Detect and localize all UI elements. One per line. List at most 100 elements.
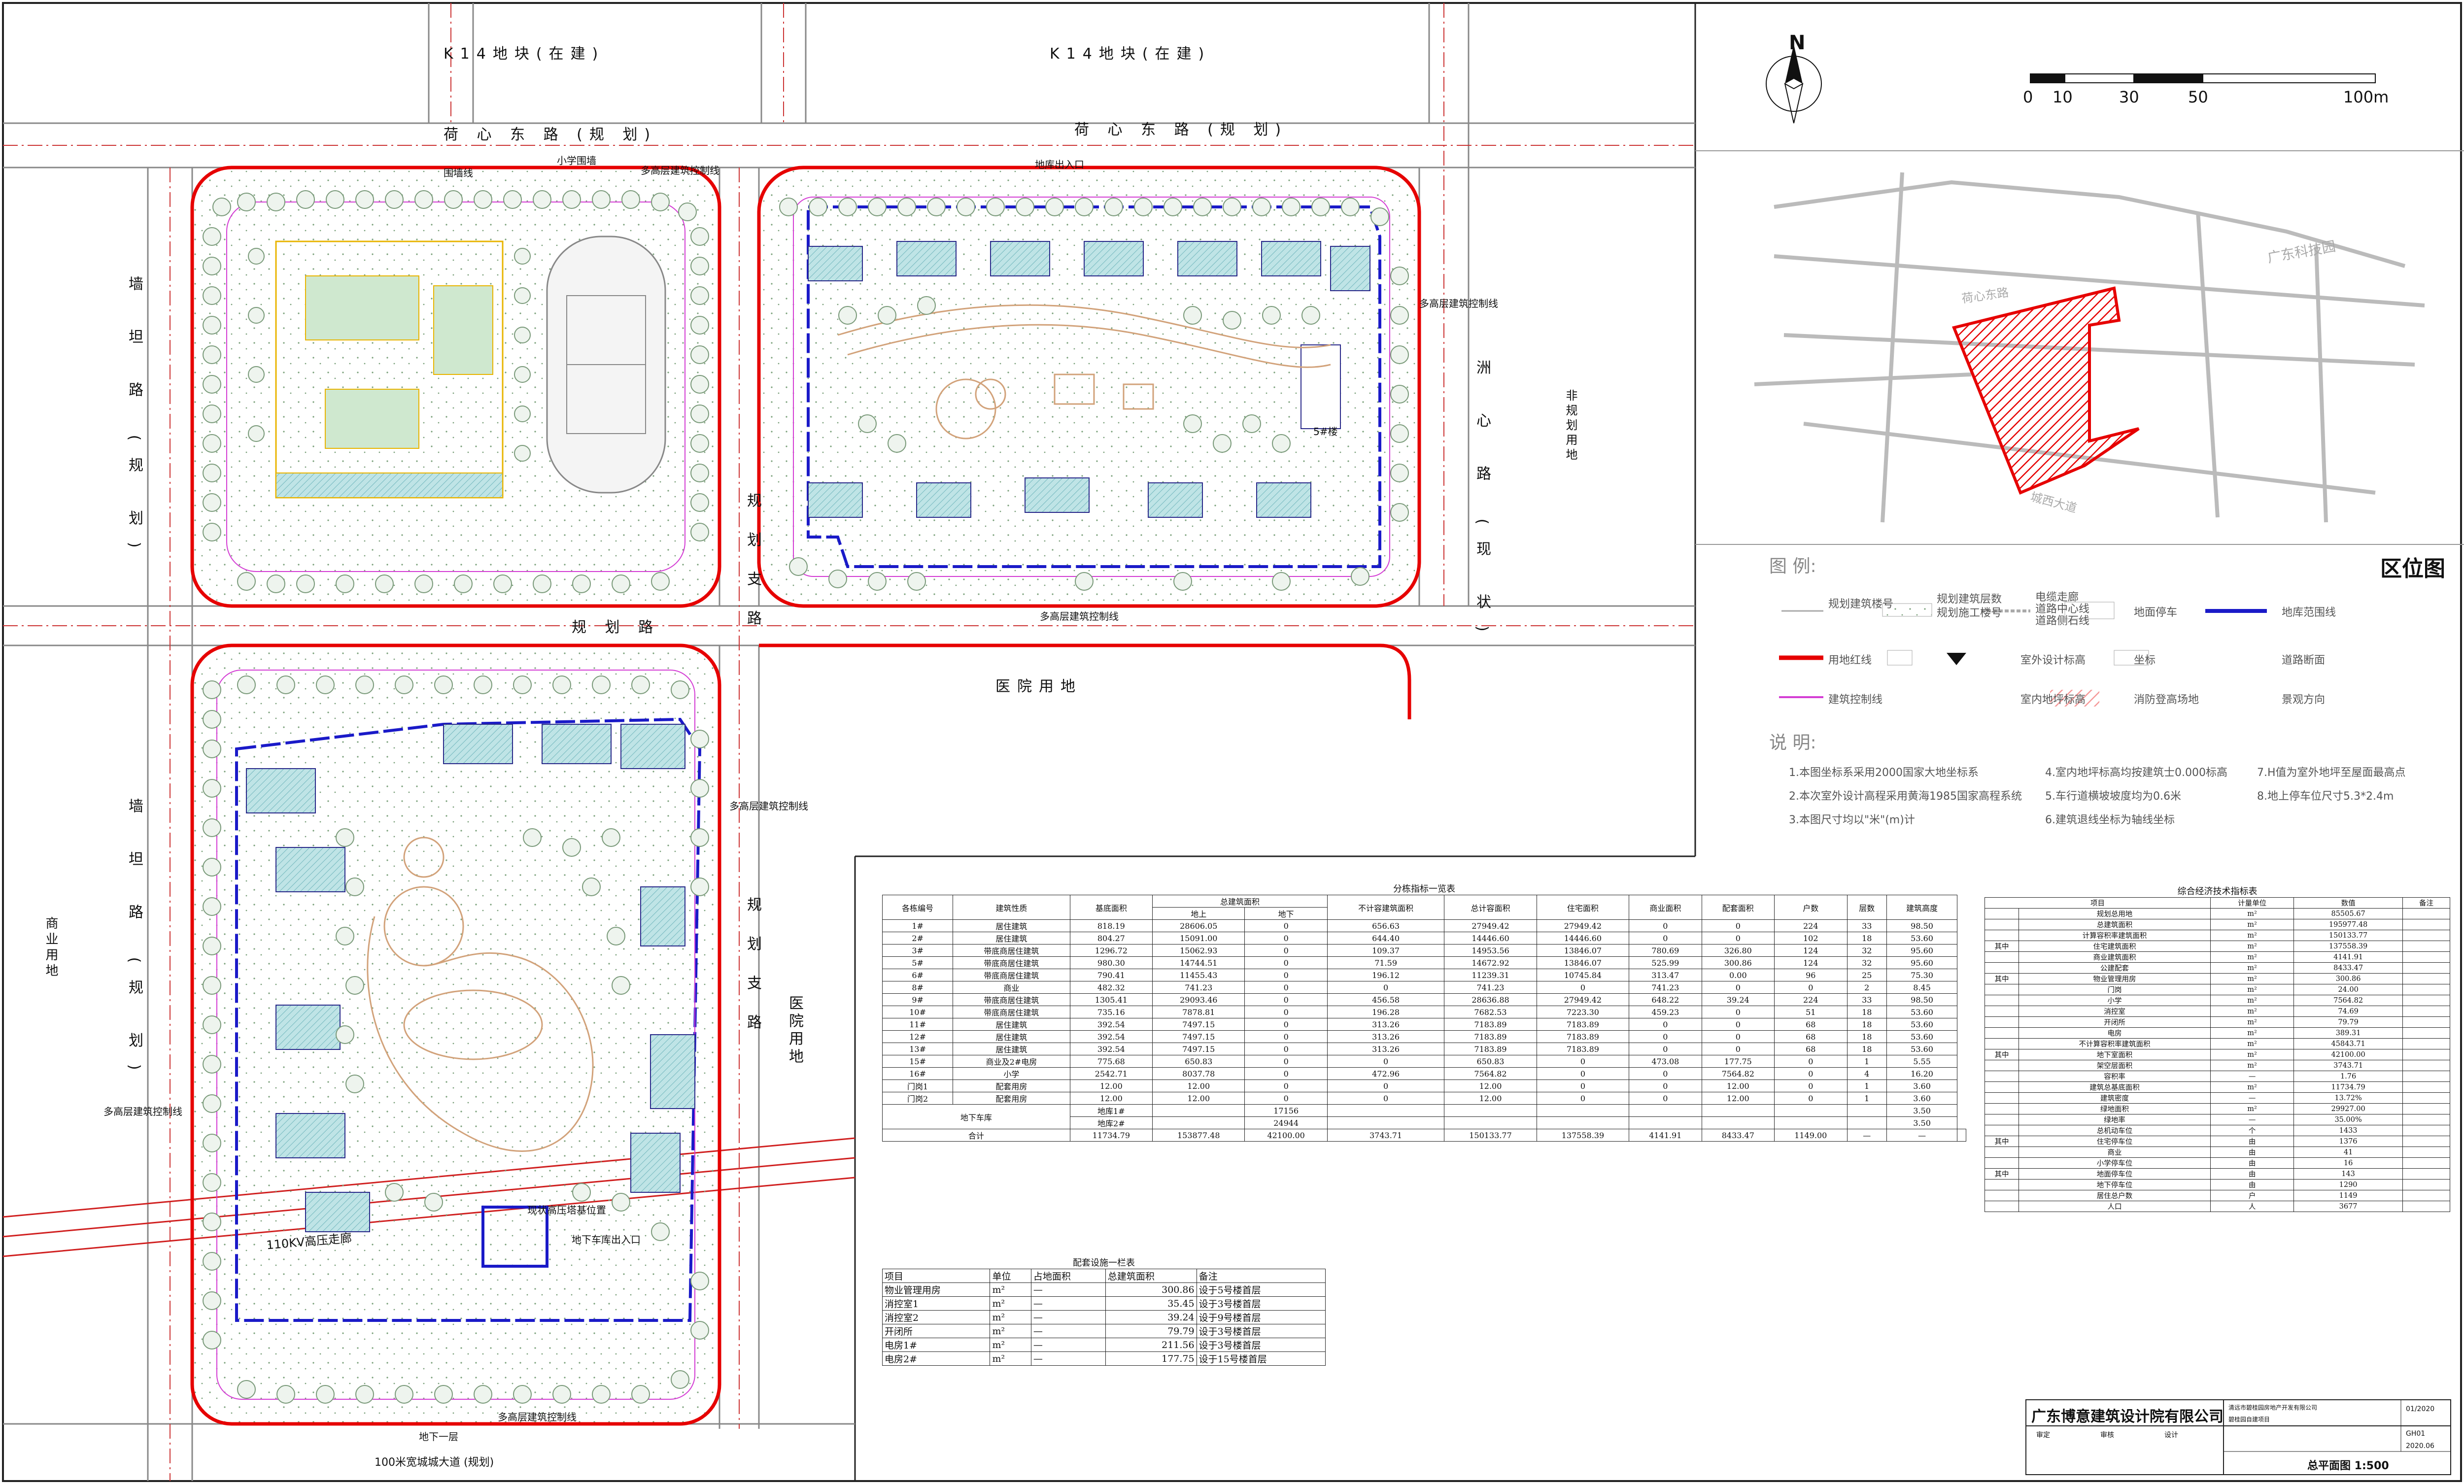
table-row: 9# 带底商居住建筑 1305.41 29093.46 0 456.58 28636.88 2… [882,993,1966,1006]
table-cell: 12.00 [1701,1092,1775,1105]
table-header: 占地面积 [1030,1269,1106,1283]
table-cell: 650.83 [1444,1055,1537,1068]
table-cell [2402,1060,2451,1071]
north-letter: N [1789,32,1806,54]
table-cell: 224 [1774,919,1848,932]
table-cell: 12.00 [1069,1079,1153,1092]
table-cell: 13846.07 [1536,956,1630,969]
table-cell: 0 [1327,981,1445,994]
table-cell: 0 [1244,981,1328,994]
table-cell [1629,1104,1702,1117]
label-road-mid-v: 规 划 支 路 [744,493,761,635]
table-cell: 41 [2293,1147,2403,1158]
table-row: 电房 m² 389.31 [1985,1027,2451,1039]
legend-item: 地面停车 [2134,607,2178,619]
table-cell: 392.54 [1069,1043,1153,1055]
table-cell: 5# [882,956,954,969]
table-row: 11# 居住建筑 392.54 7497.15 0 313.26 7183.89 7183.8… [882,1018,1966,1031]
table-cell: 总建筑面积 [2019,919,2211,930]
table-cell: 13846.07 [1536,944,1630,957]
table-header: 户数 [1774,895,1848,920]
table-cell [2402,919,2451,930]
table-cell: 14446.60 [1444,932,1537,944]
table-row: 地下停车位由 1290 [1985,1179,2451,1190]
table-cell: 1433 [2293,1125,2403,1136]
table-cell: 150133.77 [1444,1129,1537,1142]
table-cell [1985,1103,2019,1114]
table-cell [2402,1027,2451,1039]
table-cell: 地面停车位 [2019,1168,2211,1180]
table-cell: 53.60 [1886,1043,1958,1055]
table-cell: 门岗 [2019,984,2211,995]
table-caption: 综合经济技术指标表 [2177,886,2258,897]
table-cell: 物业管理用房 [882,1282,991,1297]
table-cell: m² [2210,1016,2294,1028]
table-cell: 7878.81 [1152,1006,1245,1018]
table-cell: 商业 [2019,1147,2211,1158]
table-row: 合计 11734.79 153877.48 42100.00 3743.71 150133… [882,1129,1966,1142]
table-cell: 11# [882,1018,954,1031]
table-cell [1985,1179,2019,1190]
table-cell: 13.72% [2293,1092,2403,1104]
table-cell: 775.68 [1069,1055,1153,1068]
label-road-top-right: 荷 心 东 路 (规 划) [1074,121,1288,138]
table-cell [1985,1016,2019,1028]
table-cell: 85505.67 [2293,908,2403,919]
table-cell: 18 [1847,932,1887,944]
legend-item: 景观方向 [2282,694,2326,706]
table-cell: 4 [1847,1067,1887,1080]
table-cell: 3.50 [1886,1104,1958,1117]
table-cell: 0 [1244,1043,1328,1055]
table-cell: 392.54 [1069,1030,1153,1043]
table-cell: 2542.71 [1069,1067,1153,1080]
table-cell: 459.23 [1629,1006,1702,1018]
table-cell: 居住建筑 [953,932,1070,944]
table-row: 消控室2 m² —39.24 设于9号楼首层 [882,1310,1326,1324]
table-cell [1985,1060,2019,1071]
table-cell: 个 [2210,1125,2294,1136]
table-cell: 8433.47 [2293,962,2403,974]
table-cell: 780.69 [1629,944,1702,957]
table-cell: 11239.31 [1444,969,1537,981]
table-cell: 带底商居住建筑 [953,944,1070,957]
legend-item: 室外设计标高 [2020,654,2086,667]
table-cell: 10745.84 [1536,969,1630,981]
table-cell: 12.00 [1444,1092,1537,1105]
scale-tick: 30 [2119,88,2139,106]
table-row: 人口人 3677 [1985,1201,2451,1212]
legend-item: 规划施工楼号 [1937,607,2002,619]
table-cell: 建筑密度 [2019,1092,2211,1104]
table-cell: 137558.39 [1536,1129,1630,1142]
table-cell: 0 [1629,1079,1702,1092]
table-cell: 14953.56 [1444,944,1537,957]
table-header: 总计容面积 [1444,895,1537,920]
scale-bar [2030,73,2376,83]
table-cell: 33 [1847,919,1887,932]
table-row: 架空层面积 m² 3743.71 [1985,1060,2451,1071]
table-cell: 473.08 [1629,1055,1702,1068]
table-cell: 51 [1774,1006,1848,1018]
residential-block-south [190,643,721,1426]
table-cell: 建筑总基底面积 [2019,1081,2211,1093]
title-block-grid [2026,1400,2450,1474]
table-cell: 8433.47 [1701,1129,1775,1142]
table-cell: 电房1# [882,1338,991,1352]
table-cell: 3.50 [1886,1116,1958,1129]
table-cell: 0 [1774,981,1848,994]
table-cell: 其中 [1985,1136,2019,1147]
table-header: 住宅面积 [1536,895,1630,920]
table-header: 备注 [1196,1269,1326,1283]
table-cell: 196.28 [1327,1006,1445,1018]
table-cell: m² [990,1310,1031,1324]
table-cell [2402,930,2451,941]
table-cell: 7183.89 [1444,1030,1537,1043]
table-cell: 7183.89 [1444,1018,1537,1031]
legend-title: 图 例: [1769,556,1816,576]
table-cell: 79.79 [2293,1016,2403,1028]
table-cell: 户 [2210,1190,2294,1201]
table-cell: 24.00 [2293,984,2403,995]
table-row: 开闭所 m² —79.79 设于3号楼首层 [882,1324,1326,1338]
table-cell [1701,1116,1775,1129]
table-cell: 带底商居住建筑 [953,956,1070,969]
table-cell: 公建配套 [2019,962,2211,974]
